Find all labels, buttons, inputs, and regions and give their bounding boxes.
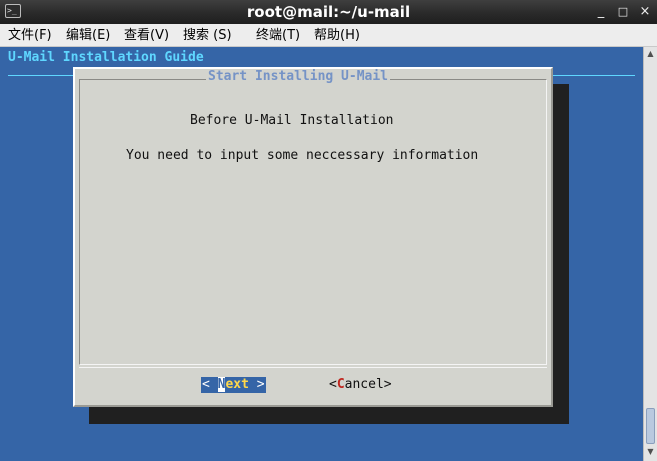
installer-backtitle: U-Mail Installation Guide <box>8 50 204 65</box>
scroll-down-arrow-icon[interactable]: ▼ <box>644 446 657 458</box>
dialog-heading: Before U-Mail Installation <box>190 113 394 128</box>
next-button-label: ext <box>225 377 249 392</box>
dialog-title: Start Installing U-Mail <box>206 69 391 84</box>
menubar: 文件(F) 编辑(E) 查看(V) 搜索 (S) 终端(T) 帮助(H) <box>0 24 657 47</box>
terminal-area[interactable]: U-Mail Installation Guide Before U-Mail … <box>0 47 643 461</box>
minimize-button[interactable]: _ <box>592 3 610 21</box>
next-button-suffix: > <box>248 377 265 392</box>
menu-terminal[interactable]: 终端(T) <box>256 27 300 44</box>
menu-search[interactable]: 搜索 (S) <box>183 27 232 44</box>
scrollbar-thumb[interactable] <box>646 408 655 444</box>
next-button[interactable]: < Next > <box>201 377 266 393</box>
next-button-prefix: < <box>202 377 218 392</box>
terminal-scrollbar[interactable]: ▲ ▼ <box>643 47 657 461</box>
maximize-button[interactable]: □ <box>614 3 632 21</box>
close-button[interactable]: × <box>636 3 654 21</box>
cancel-button-label: ancel <box>344 377 384 392</box>
menu-file[interactable]: 文件(F) <box>8 27 52 44</box>
scroll-up-arrow-icon[interactable]: ▲ <box>644 48 657 60</box>
menu-edit[interactable]: 编辑(E) <box>66 27 110 44</box>
menu-help[interactable]: 帮助(H) <box>314 27 360 44</box>
cancel-button[interactable]: <Cancel> <box>329 377 392 393</box>
cancel-button-hotkey: C <box>336 377 345 392</box>
dialog-message: You need to input some neccessary inform… <box>126 148 479 163</box>
cancel-button-prefix: < <box>329 377 337 392</box>
cancel-button-suffix: > <box>383 377 392 392</box>
menu-view[interactable]: 查看(V) <box>124 27 169 44</box>
dialog-content-frame: Before U-Mail Installation You need to i… <box>79 79 547 365</box>
window-title: root@mail:~/u-mail <box>246 3 411 21</box>
window-titlebar[interactable]: >_ root@mail:~/u-mail _ □ × <box>0 0 657 24</box>
dialog-button-bar: < Next > <Cancel> <box>79 367 547 399</box>
install-dialog: Before U-Mail Installation You need to i… <box>73 67 553 407</box>
